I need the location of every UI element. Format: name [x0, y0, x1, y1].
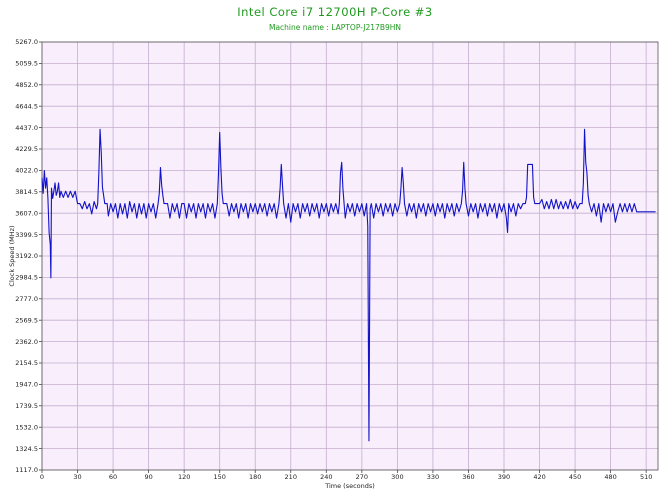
y-tick-label: 2777.0 [15, 295, 38, 303]
chart-container: Intel Core i7 12700H P-Core #3 Machine n… [0, 0, 670, 502]
x-axis-label: Time (seconds) [324, 482, 375, 490]
y-axis-label: Clock Speed (MHz) [8, 225, 16, 286]
x-tick-label: 360 [462, 473, 474, 481]
y-tick-label: 4229.5 [15, 145, 38, 153]
x-tick-label: 300 [391, 473, 403, 481]
y-tick-label: 4852.0 [15, 81, 38, 89]
y-tick-label: 2362.0 [15, 338, 38, 346]
y-tick-label: 1947.0 [15, 381, 38, 389]
y-tick-label: 1117.0 [15, 466, 38, 474]
clock-speed-chart: 1117.0 1324.5 1532.0 1739.5 1947.0 2154.5 2362… [8, 38, 659, 490]
x-tick-label: 480 [604, 473, 616, 481]
y-tick-label: 5059.5 [15, 60, 38, 68]
y-tick-label: 4437.0 [15, 124, 38, 132]
y-tick-label: 2984.5 [15, 274, 38, 282]
y-tick-label: 4644.5 [15, 102, 38, 110]
y-tick-label: 2154.5 [15, 359, 38, 367]
y-tick-label: 3814.5 [15, 188, 38, 196]
x-tick-label: 210 [285, 473, 297, 481]
y-tick-label: 2569.5 [15, 316, 38, 324]
x-tick-label: 180 [249, 473, 261, 481]
x-tick-label: 30 [73, 473, 81, 481]
y-tick-label: 3399.5 [15, 231, 38, 239]
y-tick-label: 1739.5 [15, 402, 38, 410]
x-tick-label: 420 [533, 473, 545, 481]
y-tick-label: 4022.0 [15, 167, 38, 175]
x-tick-label: 240 [320, 473, 332, 481]
x-tick-label: 120 [178, 473, 190, 481]
y-tick-label: 3607.0 [15, 209, 38, 217]
x-tick-label: 330 [427, 473, 439, 481]
x-tick-label: 90 [144, 473, 152, 481]
y-tick-label: 1532.0 [15, 423, 38, 431]
x-tick-label: 270 [356, 473, 368, 481]
x-tick-label: 150 [213, 473, 225, 481]
x-tick-label: 0 [40, 473, 44, 481]
x-tick-label: 450 [569, 473, 581, 481]
y-tick-label: 3192.0 [15, 252, 38, 260]
y-tick-label: 5267.0 [15, 38, 38, 46]
x-tick-label: 510 [640, 473, 652, 481]
y-tick-label: 1324.5 [15, 445, 38, 453]
x-tick-label: 60 [109, 473, 117, 481]
x-tick-label: 390 [498, 473, 510, 481]
